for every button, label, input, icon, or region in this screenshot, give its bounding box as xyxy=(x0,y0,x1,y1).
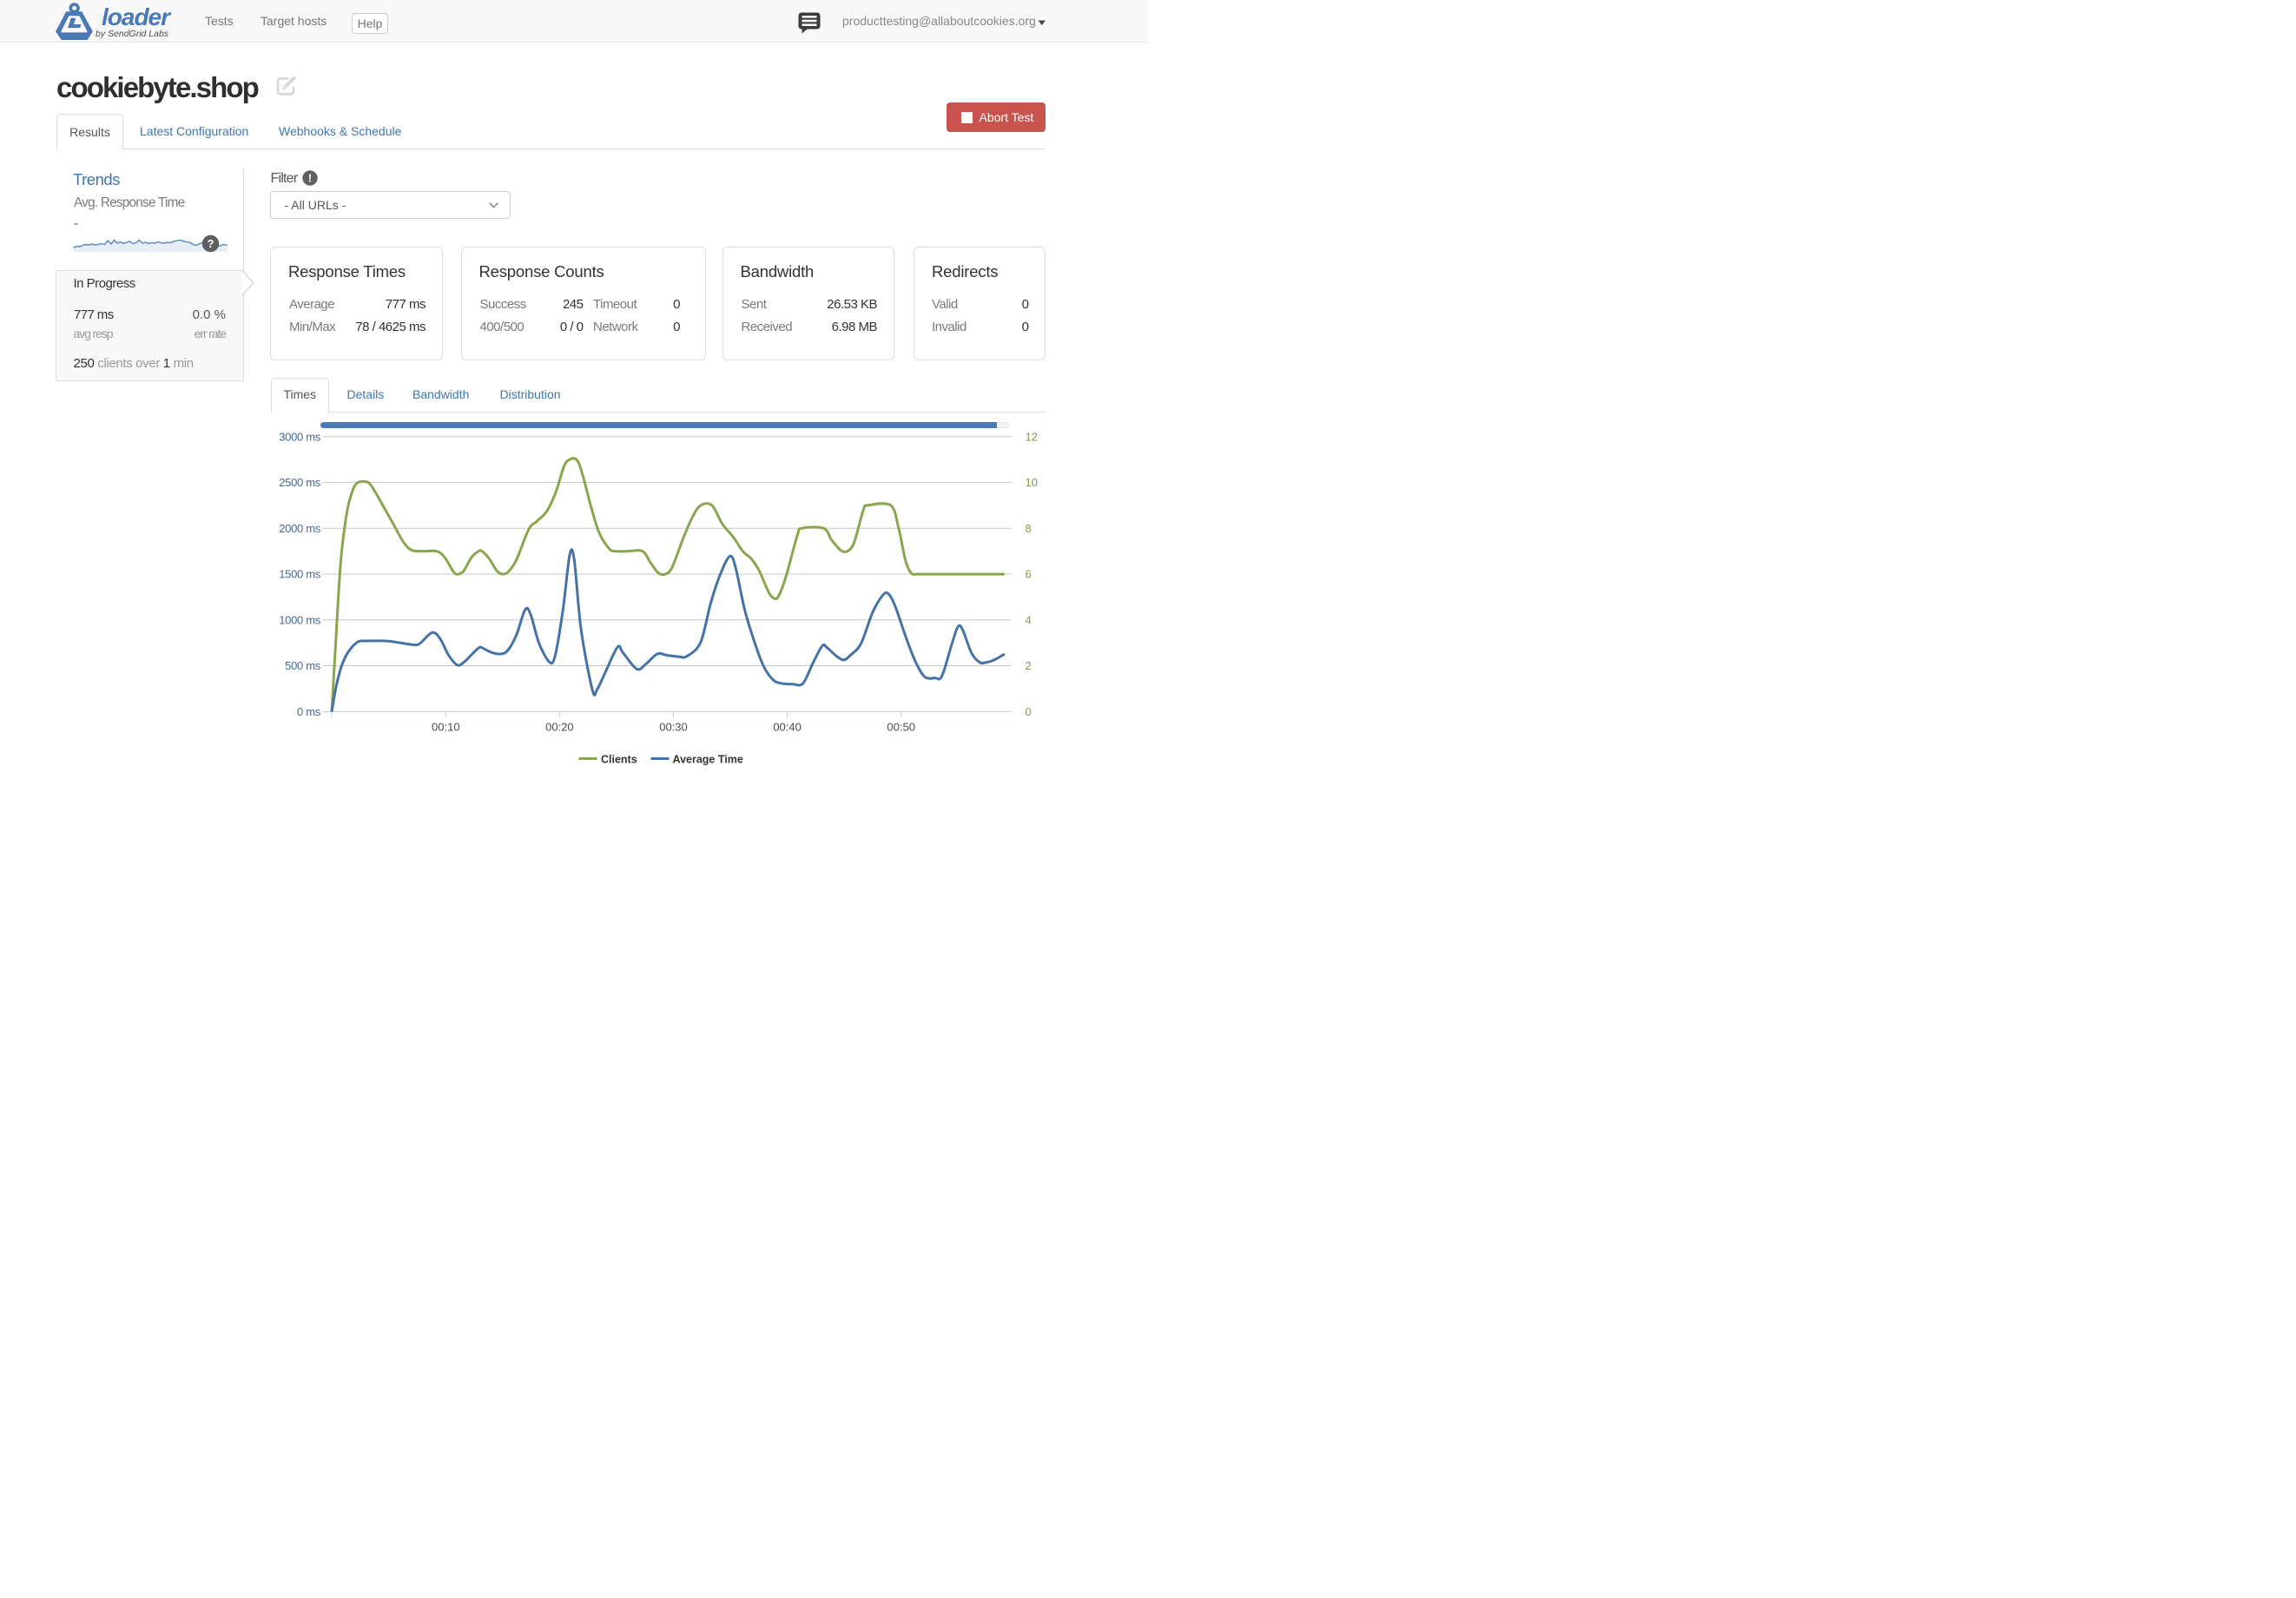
svg-text:00:20: 00:20 xyxy=(545,721,574,734)
svg-text:0: 0 xyxy=(1026,705,1032,718)
svg-text:00:50: 00:50 xyxy=(887,721,915,734)
svg-text:500 ms: 500 ms xyxy=(285,659,321,672)
svg-text:3000 ms: 3000 ms xyxy=(279,430,321,443)
svg-text:4: 4 xyxy=(1026,613,1032,626)
svg-text:6: 6 xyxy=(1026,568,1032,581)
svg-text:1500 ms: 1500 ms xyxy=(279,568,321,581)
svg-text:00:30: 00:30 xyxy=(659,721,688,734)
svg-text:10: 10 xyxy=(1026,476,1038,489)
svg-text:Average Time: Average Time xyxy=(673,754,743,766)
svg-text:0 ms: 0 ms xyxy=(297,705,321,718)
svg-text:!: ! xyxy=(308,172,312,184)
svg-text:8: 8 xyxy=(1026,522,1032,535)
svg-text:12: 12 xyxy=(1026,430,1038,443)
svg-text:2000 ms: 2000 ms xyxy=(279,522,321,535)
svg-text:Clients: Clients xyxy=(601,754,637,766)
svg-text:1000 ms: 1000 ms xyxy=(279,613,321,626)
svg-text:2500 ms: 2500 ms xyxy=(279,476,321,489)
svg-text:00:10: 00:10 xyxy=(432,721,460,734)
svg-text:?: ? xyxy=(208,237,214,250)
svg-text:2: 2 xyxy=(1026,659,1032,672)
svg-text:00:40: 00:40 xyxy=(773,721,802,734)
